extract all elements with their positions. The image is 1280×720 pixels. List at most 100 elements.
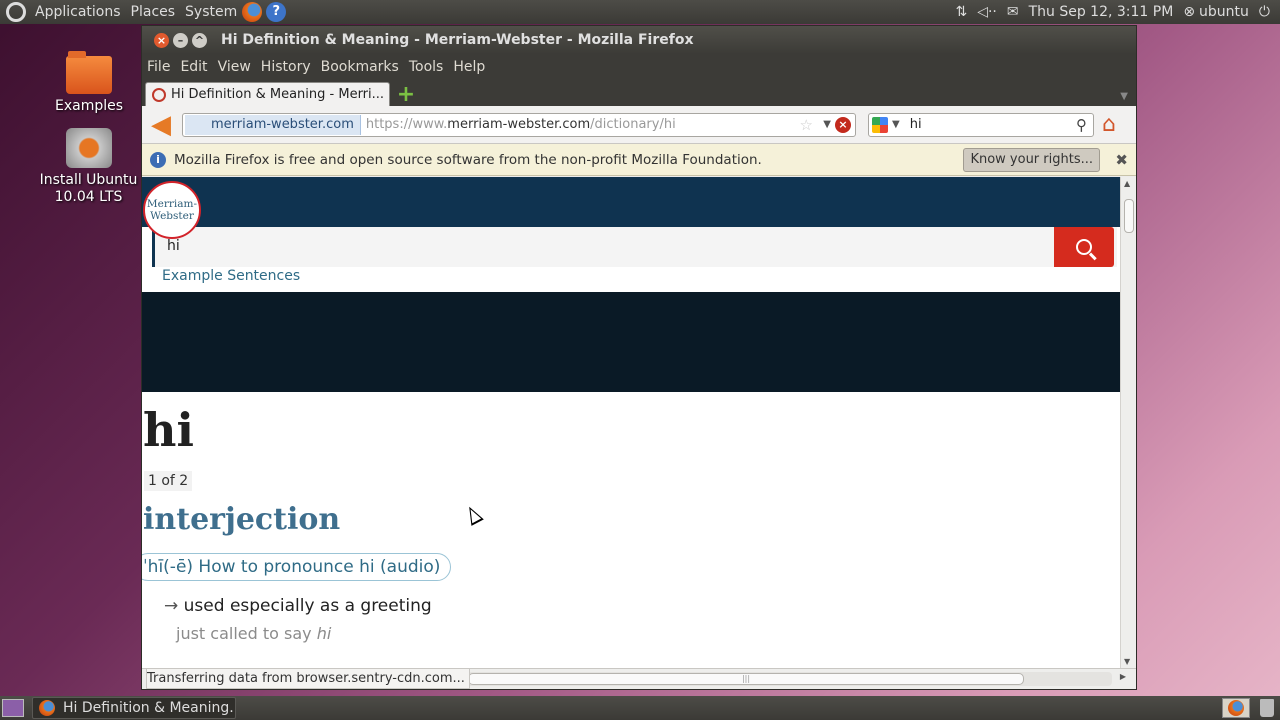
ubuntu-logo-icon[interactable]: [6, 2, 26, 22]
part-of-speech[interactable]: interjection: [143, 502, 340, 537]
tab-active[interactable]: Hi Definition & Meaning - Merri...: [145, 82, 390, 106]
search-magnifier-icon[interactable]: ⚲: [1076, 116, 1087, 134]
menu-file[interactable]: File: [142, 59, 175, 75]
desktop-icon-examples[interactable]: Examples: [50, 51, 128, 114]
search-box-value[interactable]: hi: [910, 117, 922, 132]
desktop-icon-install-ubuntu[interactable]: Install Ubuntu 10.04 LTS: [20, 128, 157, 210]
usage-example: just called to say hi: [176, 624, 331, 643]
close-notification-icon[interactable]: ✖: [1115, 151, 1128, 169]
firefox-icon: [39, 700, 55, 716]
taskbar-firefox-button[interactable]: Hi Definition & Meaning...: [32, 697, 236, 719]
folder-icon: [66, 51, 112, 94]
definition: → used especially as a greeting: [164, 596, 432, 616]
url-scheme: https://www.: [365, 117, 448, 132]
google-engine-icon[interactable]: [872, 116, 888, 133]
entry-count-badge: 1 of 2: [144, 471, 193, 491]
network-icon[interactable]: ⇅: [950, 4, 972, 20]
scroll-right-arrow-icon[interactable]: ▶: [1120, 672, 1126, 681]
maximize-window-button[interactable]: ^: [192, 32, 207, 48]
scroll-up-arrow-icon[interactable]: ▲: [1124, 179, 1130, 188]
back-arrow-icon[interactable]: ◀: [146, 110, 176, 140]
stop-loading-icon[interactable]: ×: [835, 116, 851, 133]
page-content: Merriam- Webster hi Example Sentences hi…: [142, 177, 1120, 668]
url-text[interactable]: https://www.merriam-webster.com/dictiona…: [366, 117, 676, 132]
vertical-scroll-thumb[interactable]: [1124, 199, 1134, 233]
tab-label: Hi Definition & Meaning - Merri...: [171, 87, 385, 102]
url-bar[interactable]: merriam-webster.com https://www.merriam-…: [182, 112, 856, 137]
url-host: merriam-webster.com: [447, 117, 591, 132]
ad-banner: [142, 292, 1120, 392]
headword: hi: [143, 403, 194, 457]
definition-arrow-icon: →: [164, 596, 179, 616]
usage-example-text: just called to say: [176, 624, 317, 643]
clock[interactable]: Thu Sep 12, 3:11 PM: [1024, 4, 1179, 20]
merriam-webster-logo[interactable]: Merriam- Webster: [143, 181, 201, 239]
window-title: Hi Definition & Meaning - Merriam-Webste…: [221, 32, 694, 48]
usage-example-word: hi: [316, 624, 332, 643]
example-sentences-link[interactable]: Example Sentences: [162, 268, 300, 284]
status-bar: Transferring data from browser.sentry-cd…: [142, 668, 1136, 689]
logo-line-1: Merriam-: [146, 198, 198, 210]
horizontal-scroll-thumb[interactable]: |||: [468, 673, 1024, 685]
menu-bar: File Edit View History Bookmarks Tools H…: [142, 54, 1136, 80]
firefox-launcher-icon[interactable]: [242, 2, 263, 22]
pronunciation-audio-button[interactable]: ˈhī(-ē) How to pronounce hi (audio): [142, 553, 452, 581]
merriam-webster-favicon-icon: [152, 87, 166, 102]
tab-strip: Hi Definition & Meaning - Merri... + ▼: [142, 80, 1136, 106]
scroll-down-arrow-icon[interactable]: ▼: [1124, 657, 1130, 666]
user-icon: ⊗: [1183, 4, 1196, 20]
volume-icon[interactable]: ◁··: [972, 4, 1002, 20]
desktop-icon-label: Install Ubuntu 10.04 LTS: [39, 172, 138, 205]
menu-view[interactable]: View: [213, 59, 256, 75]
info-icon: i: [150, 151, 166, 168]
search-box[interactable]: ▼ hi ⚲: [868, 112, 1094, 137]
menu-history[interactable]: History: [256, 59, 316, 75]
notification-message: Mozilla Firefox is free and open source …: [174, 151, 762, 168]
menu-help[interactable]: Help: [448, 59, 490, 75]
mw-search-value[interactable]: hi: [167, 238, 180, 254]
installer-icon: [65, 128, 112, 168]
desktop-icon-label: Examples: [54, 98, 124, 114]
minimize-window-button[interactable]: –: [173, 32, 188, 48]
panel-tray: ⇅ ◁·· ✉ Thu Sep 12, 3:11 PM ⊗ ubuntu ⏻: [950, 0, 1280, 24]
bookmark-star-icon[interactable]: ☆: [800, 116, 813, 134]
search-icon: [1076, 239, 1092, 255]
site-identity-button[interactable]: merriam-webster.com: [185, 114, 361, 135]
user-name: ubuntu: [1199, 4, 1249, 20]
workspace-firefox-icon: [1228, 700, 1244, 716]
places-menu[interactable]: Places: [126, 4, 181, 20]
workspace-switcher[interactable]: [1222, 698, 1250, 718]
status-text: Transferring data from browser.sentry-cd…: [146, 669, 470, 689]
user-menu[interactable]: ⊗ ubuntu: [1178, 4, 1254, 20]
menu-tools[interactable]: Tools: [404, 59, 449, 75]
engine-dropdown-icon[interactable]: ▼: [892, 119, 900, 130]
horizontal-scrollbar[interactable]: ||| ▶: [462, 672, 1126, 686]
firefox-window: × – ^ Hi Definition & Meaning - Merriam-…: [141, 25, 1137, 690]
top-panel: Applications Places System ? ⇅ ◁·· ✉ Thu…: [0, 0, 1280, 24]
applications-menu[interactable]: Applications: [30, 4, 126, 20]
taskbar-label: Hi Definition & Meaning...: [63, 700, 236, 716]
logo-line-2: Webster: [150, 210, 194, 222]
trash-icon[interactable]: [1260, 699, 1274, 717]
title-bar[interactable]: × – ^ Hi Definition & Meaning - Merriam-…: [142, 26, 1136, 54]
power-icon[interactable]: ⏻: [1254, 4, 1280, 20]
mw-search-button[interactable]: [1054, 227, 1114, 267]
url-path: /dictionary/hi: [590, 117, 676, 132]
home-icon[interactable]: ⌂: [1102, 112, 1116, 137]
know-your-rights-button[interactable]: Know your rights...: [963, 147, 1100, 172]
mail-icon[interactable]: ✉: [1002, 4, 1024, 20]
menu-bookmarks[interactable]: Bookmarks: [316, 59, 404, 75]
notification-bar: i Mozilla Firefox is free and open sourc…: [142, 144, 1136, 176]
help-icon[interactable]: ?: [266, 2, 287, 22]
vertical-scrollbar[interactable]: ▲ ▼: [1120, 177, 1136, 668]
menu-edit[interactable]: Edit: [175, 59, 212, 75]
close-window-button[interactable]: ×: [154, 32, 169, 48]
show-desktop-icon[interactable]: [2, 699, 24, 717]
tab-list-arrow-icon[interactable]: ▼: [1120, 91, 1128, 102]
url-history-dropdown-icon[interactable]: ▼: [823, 119, 831, 130]
bottom-panel: Hi Definition & Meaning...: [0, 696, 1280, 720]
system-menu[interactable]: System: [180, 4, 242, 20]
new-tab-plus-icon[interactable]: +: [394, 84, 418, 106]
mw-search-field[interactable]: hi: [152, 227, 1117, 267]
definition-text: used especially as a greeting: [183, 596, 432, 616]
